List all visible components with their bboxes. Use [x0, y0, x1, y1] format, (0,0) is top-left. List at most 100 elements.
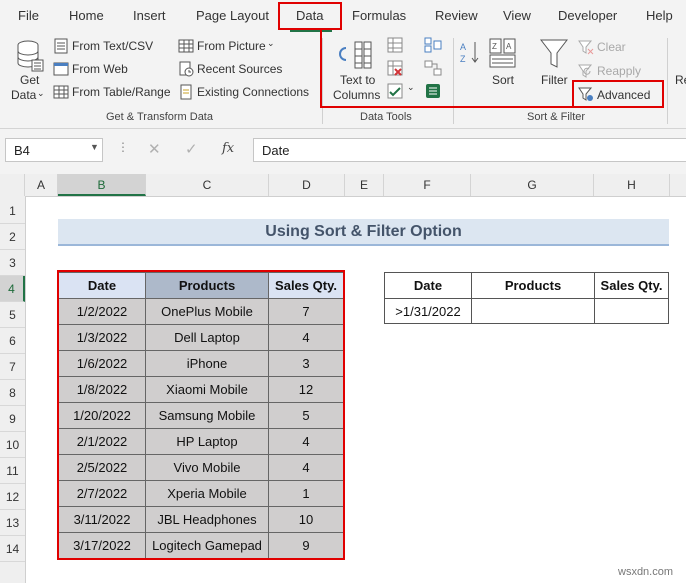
row-header[interactable]: 7 — [0, 354, 25, 380]
data-model-icon[interactable] — [424, 83, 442, 104]
tab-review[interactable]: Review — [435, 8, 478, 23]
table-cell[interactable]: 4 — [269, 325, 344, 351]
table-cell[interactable]: 1/6/2022 — [59, 351, 146, 377]
table-cell[interactable]: 2/5/2022 — [59, 455, 146, 481]
table-cell[interactable]: Vivo Mobile — [146, 455, 269, 481]
table-cell[interactable]: 1/8/2022 — [59, 377, 146, 403]
table-cell[interactable]: JBL Headphones — [146, 507, 269, 533]
table-header[interactable]: Sales Qty. — [269, 273, 344, 299]
column-header-d[interactable]: D — [269, 174, 345, 196]
sort-az-icon[interactable]: AZ — [460, 40, 482, 75]
text-to-columns-label-1[interactable]: Text to — [340, 73, 375, 87]
partial-ribbon-label[interactable]: Re — [675, 73, 686, 87]
text-to-columns-icon[interactable] — [338, 40, 374, 77]
criteria-header[interactable]: Products — [472, 273, 595, 299]
tab-file[interactable]: File — [18, 8, 39, 23]
text-to-columns-label-2[interactable]: Columns — [333, 88, 380, 102]
relationships-icon[interactable] — [424, 60, 442, 81]
table-cell[interactable]: 4 — [269, 429, 344, 455]
get-data-label-2[interactable]: Data — [11, 88, 36, 102]
table-cell[interactable]: 1/3/2022 — [59, 325, 146, 351]
row-header[interactable]: 13 — [0, 510, 25, 536]
clear-button[interactable]: Clear — [597, 40, 626, 54]
row-header[interactable]: 3 — [0, 250, 25, 276]
column-header-h[interactable]: H — [594, 174, 670, 196]
table-cell[interactable]: 4 — [269, 455, 344, 481]
sort-button[interactable]: Sort — [492, 73, 514, 87]
sort-dialog-icon[interactable]: ZA — [488, 38, 518, 73]
column-header-e[interactable]: E — [345, 174, 384, 196]
row-header[interactable]: 4 — [0, 276, 25, 302]
tab-view[interactable]: View — [503, 8, 531, 23]
column-header-g[interactable]: G — [471, 174, 594, 196]
table-cell[interactable]: Dell Laptop — [146, 325, 269, 351]
tab-page-layout[interactable]: Page Layout — [196, 8, 269, 23]
column-header-b[interactable]: B — [58, 174, 146, 196]
remove-duplicates-icon[interactable] — [387, 60, 403, 81]
from-web-button[interactable]: From Web — [72, 62, 128, 76]
recent-sources-button[interactable]: Recent Sources — [197, 62, 282, 76]
table-cell[interactable]: 1/2/2022 — [59, 299, 146, 325]
table-cell[interactable]: Samsung Mobile — [146, 403, 269, 429]
row-header[interactable]: 1 — [0, 198, 25, 224]
table-cell[interactable]: 7 — [269, 299, 344, 325]
name-box[interactable]: B4 ▼ — [5, 138, 103, 162]
table-cell[interactable]: OnePlus Mobile — [146, 299, 269, 325]
table-cell[interactable]: HP Laptop — [146, 429, 269, 455]
table-cell[interactable]: 10 — [269, 507, 344, 533]
database-icon[interactable] — [16, 40, 44, 77]
chevron-down-icon[interactable]: ⌄ — [37, 88, 45, 99]
column-header-a[interactable]: A — [25, 174, 58, 196]
table-header[interactable]: Products — [146, 273, 269, 299]
reapply-button[interactable]: Reapply — [597, 64, 641, 78]
criteria-value[interactable]: >1/31/2022 — [385, 299, 472, 324]
column-header-f[interactable]: F — [384, 174, 471, 196]
table-cell[interactable]: 9 — [269, 533, 344, 559]
table-cell[interactable]: 3 — [269, 351, 344, 377]
get-data-label-1[interactable]: Get — [20, 73, 39, 87]
existing-connections-button[interactable]: Existing Connections — [197, 85, 309, 99]
row-header[interactable]: 9 — [0, 406, 25, 432]
sheet-title[interactable]: Using Sort & Filter Option — [58, 219, 669, 246]
row-header[interactable]: 12 — [0, 484, 25, 510]
table-cell[interactable]: Xiaomi Mobile — [146, 377, 269, 403]
flash-fill-icon[interactable] — [387, 37, 403, 58]
row-header[interactable]: 5 — [0, 302, 25, 328]
row-header[interactable]: 10 — [0, 432, 25, 458]
table-cell[interactable]: 12 — [269, 377, 344, 403]
cancel-icon[interactable]: ✕ — [148, 140, 161, 158]
row-header[interactable]: 2 — [0, 224, 25, 250]
table-cell[interactable]: 3/11/2022 — [59, 507, 146, 533]
clear-filter-icon[interactable] — [578, 39, 594, 60]
select-all-corner[interactable] — [0, 174, 25, 196]
filter-funnel-icon[interactable] — [539, 38, 569, 75]
data-validation-icon[interactable] — [387, 83, 403, 104]
row-header[interactable]: 6 — [0, 328, 25, 354]
row-header[interactable]: 11 — [0, 458, 25, 484]
from-text-csv-button[interactable]: From Text/CSV — [72, 39, 153, 53]
table-cell[interactable]: 3/17/2022 — [59, 533, 146, 559]
tab-formulas[interactable]: Formulas — [352, 8, 406, 23]
row-header[interactable]: 8 — [0, 380, 25, 406]
criteria-value[interactable] — [472, 299, 595, 324]
row-header[interactable]: 14 — [0, 536, 25, 562]
criteria-header[interactable]: Sales Qty. — [595, 273, 669, 299]
enter-check-icon[interactable]: ✓ — [185, 140, 198, 158]
chevron-down-icon[interactable]: ⌄ — [407, 82, 415, 93]
table-cell[interactable]: iPhone — [146, 351, 269, 377]
tab-developer[interactable]: Developer — [558, 8, 617, 23]
insert-function-icon[interactable]: fx — [222, 141, 234, 156]
criteria-value[interactable] — [595, 299, 669, 324]
formula-input[interactable]: Date — [253, 138, 686, 162]
table-cell[interactable]: 2/7/2022 — [59, 481, 146, 507]
drag-handle-icon[interactable]: ⋮ — [117, 140, 130, 154]
tab-insert[interactable]: Insert — [133, 8, 166, 23]
table-cell[interactable]: 5 — [269, 403, 344, 429]
criteria-header[interactable]: Date — [385, 273, 472, 299]
tab-home[interactable]: Home — [69, 8, 104, 23]
chevron-down-icon[interactable]: ⌄ — [267, 38, 275, 49]
table-cell[interactable]: 1/20/2022 — [59, 403, 146, 429]
table-cell[interactable]: 1 — [269, 481, 344, 507]
table-cell[interactable]: Logitech Gamepad — [146, 533, 269, 559]
table-cell[interactable]: Xperia Mobile — [146, 481, 269, 507]
